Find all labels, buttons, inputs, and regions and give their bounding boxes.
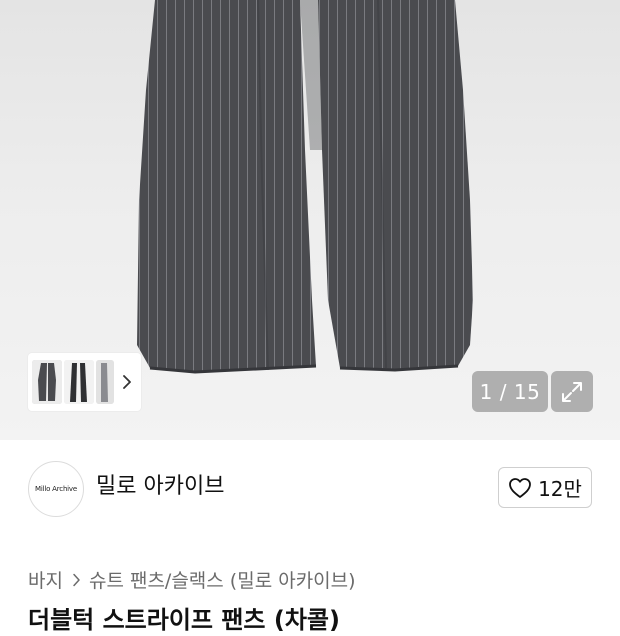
heart-outline-icon	[509, 477, 531, 498]
breadcrumb-item-subcategory[interactable]: 슈트 팬츠/슬랙스 (밀로 아카이브)	[89, 566, 356, 593]
breadcrumb: 바지 슈트 팬츠/슬랙스 (밀로 아카이브)	[28, 566, 356, 593]
seller-logo-text: Millo Archive	[35, 485, 77, 493]
chevron-right-icon[interactable]	[119, 369, 135, 395]
like-count: 12만	[538, 477, 582, 501]
like-button[interactable]: 12만	[498, 467, 592, 508]
expand-arrows-icon	[562, 381, 582, 402]
thumbnail-2[interactable]	[64, 360, 94, 404]
thumbnail-1[interactable]	[32, 360, 62, 404]
breadcrumb-item-category[interactable]: 바지	[28, 566, 63, 593]
product-image-gallery[interactable]: 1 / 15	[0, 0, 620, 440]
image-counter: 1 / 15	[472, 371, 548, 412]
product-title: 더블턱 스트라이프 팬츠 (차콜)	[28, 606, 340, 634]
chevron-right-icon	[72, 573, 81, 587]
seller-avatar[interactable]: Millo Archive	[28, 461, 84, 517]
seller-name[interactable]: 밀로 아카이브	[96, 473, 224, 501]
thumbnail-strip[interactable]	[28, 353, 141, 411]
thumbnail-3[interactable]	[96, 360, 114, 404]
expand-button[interactable]	[551, 371, 593, 412]
